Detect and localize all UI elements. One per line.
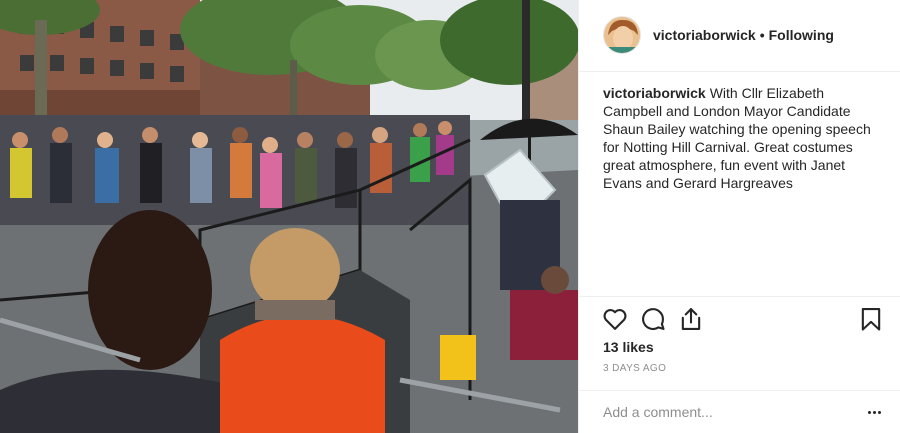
post-header: victoriaborwick • Following	[579, 0, 900, 72]
follow-status-button[interactable]: Following	[769, 27, 834, 43]
caption-username[interactable]: victoriaborwick	[603, 85, 706, 101]
share-icon[interactable]	[677, 305, 705, 333]
post-actions: 13 likes 3 DAYS AGO	[579, 296, 900, 392]
heart-icon[interactable]	[601, 305, 629, 333]
more-dot	[877, 410, 881, 414]
author-username[interactable]: victoriaborwick	[653, 27, 756, 43]
post-photo[interactable]	[0, 0, 578, 433]
comment-input[interactable]	[603, 399, 843, 425]
more-dot	[867, 410, 871, 414]
post-timestamp[interactable]: 3 DAYS AGO	[603, 363, 666, 374]
post-side-panel: victoriaborwick • Following victoriaborwic…	[578, 0, 900, 433]
comment-section	[579, 390, 900, 433]
profile-avatar[interactable]	[603, 16, 641, 54]
separator-dot: •	[759, 27, 765, 43]
street-carnival-photo	[0, 0, 578, 433]
likes-count[interactable]: 13 likes	[603, 339, 654, 355]
bookmark-icon[interactable]	[857, 305, 885, 333]
more-dot	[872, 410, 876, 414]
more-options-icon[interactable]	[863, 401, 885, 423]
author-row: victoriaborwick • Following	[653, 27, 834, 44]
post-caption: victoriaborwick With Cllr Elizabeth Campb…	[603, 84, 883, 192]
avatar-image	[604, 17, 640, 53]
comment-icon[interactable]	[639, 305, 667, 333]
